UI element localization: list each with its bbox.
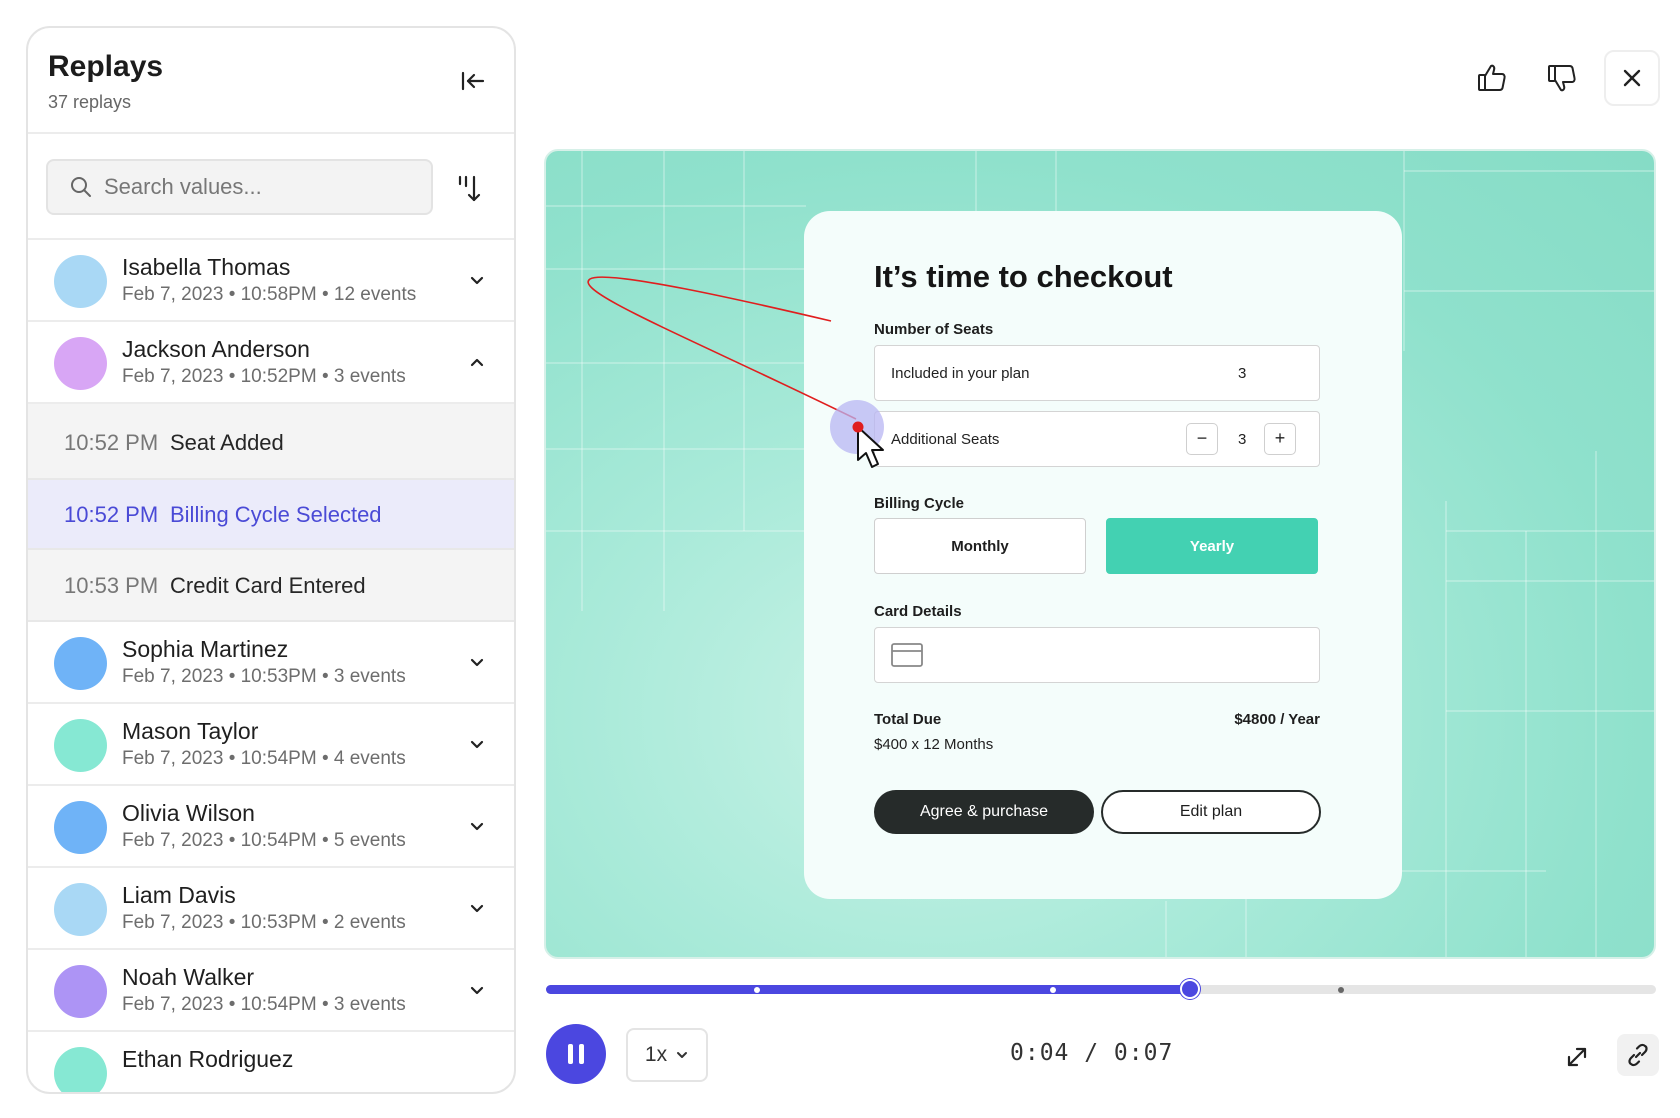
user-name: Mason Taylor bbox=[122, 718, 259, 744]
replay-meta: Feb 7, 2023 • 10:54PM • 3 events bbox=[122, 994, 406, 1015]
link-icon bbox=[1628, 1043, 1648, 1067]
event-time: 10:53 PM bbox=[64, 573, 159, 598]
user-name: Olivia Wilson bbox=[122, 800, 255, 826]
user-name: Liam Davis bbox=[122, 882, 236, 908]
chevron-down-icon[interactable] bbox=[468, 654, 486, 672]
chevron-down-icon[interactable] bbox=[468, 982, 486, 1000]
timeline-scrubber[interactable] bbox=[1179, 979, 1200, 999]
chevron-down-icon[interactable] bbox=[468, 900, 486, 918]
avatar bbox=[54, 1047, 107, 1092]
pause-icon bbox=[568, 1044, 573, 1064]
search-box bbox=[46, 159, 433, 215]
thumbs-up-icon bbox=[1478, 64, 1506, 91]
user-name: Sophia Martinez bbox=[122, 636, 289, 662]
sort-icon bbox=[458, 175, 481, 202]
sidebar-title: Replays bbox=[48, 50, 164, 83]
timeline-marker[interactable] bbox=[1337, 987, 1344, 993]
thumbs-down-icon bbox=[1548, 65, 1576, 92]
replay-meta: Feb 7, 2023 • 10:53PM • 3 events bbox=[122, 666, 406, 687]
time-readout: 0:04 / 0:07 bbox=[1010, 1040, 1174, 1066]
avatar bbox=[54, 719, 107, 772]
avatar bbox=[54, 637, 107, 690]
user-name: Ethan Rodriguez bbox=[122, 1046, 294, 1072]
replay-count: 37 replays bbox=[48, 92, 132, 112]
event-name: Billing Cycle Selected bbox=[170, 502, 382, 527]
collapse-sidebar-button[interactable] bbox=[458, 66, 488, 96]
speed-value: 1x bbox=[644, 1043, 668, 1066]
replay-timeline[interactable] bbox=[546, 979, 1656, 999]
replay-row-noah-walker[interactable]: Noah Walker Feb 7, 2023 • 10:54PM • 3 ev… bbox=[28, 950, 514, 1032]
playback-speed-select[interactable]: 1x bbox=[626, 1028, 708, 1082]
replay-meta: Feb 7, 2023 • 10:54PM • 4 events bbox=[122, 748, 406, 769]
expand-icon bbox=[1567, 1047, 1587, 1067]
event-time: 10:52 PM bbox=[64, 430, 159, 455]
replay-meta: Feb 7, 2023 • 10:53PM • 2 events bbox=[122, 912, 406, 933]
replay-row-sophia-martinez[interactable]: Sophia Martinez Feb 7, 2023 • 10:53PM • … bbox=[28, 622, 514, 704]
replay-cursor bbox=[830, 400, 910, 480]
timeline-marker[interactable] bbox=[753, 987, 760, 993]
event-name: Seat Added bbox=[170, 430, 284, 455]
collapse-icon bbox=[461, 71, 485, 91]
pause-button[interactable] bbox=[546, 1024, 606, 1084]
event-row-billing-cycle-selected[interactable]: 10:52 PM Billing Cycle Selected bbox=[28, 480, 514, 550]
chevron-down-icon[interactable] bbox=[468, 272, 486, 290]
search-icon bbox=[71, 177, 91, 197]
fullscreen-button[interactable] bbox=[1554, 1034, 1600, 1080]
pause-icon bbox=[579, 1044, 584, 1064]
replay-row-ethan-rodriguez[interactable]: Ethan Rodriguez bbox=[28, 1032, 514, 1092]
avatar bbox=[54, 965, 107, 1018]
replays-sidebar: Replays 37 replays Isabella Thomas Feb 7… bbox=[26, 26, 516, 1094]
timeline-progress bbox=[546, 985, 1190, 994]
user-name: Isabella Thomas bbox=[122, 254, 291, 280]
search-input[interactable] bbox=[104, 174, 404, 200]
chevron-down-icon[interactable] bbox=[468, 736, 486, 754]
chevron-down-icon[interactable] bbox=[468, 818, 486, 836]
thumbs-down-button[interactable] bbox=[1534, 50, 1590, 106]
close-icon bbox=[1623, 69, 1641, 87]
user-name: Jackson Anderson bbox=[122, 336, 310, 362]
avatar bbox=[54, 337, 107, 390]
avatar bbox=[54, 883, 107, 936]
cursor-icon bbox=[830, 400, 884, 468]
avatar bbox=[54, 801, 107, 854]
replay-row-olivia-wilson[interactable]: Olivia Wilson Feb 7, 2023 • 10:54PM • 5 … bbox=[28, 786, 514, 868]
event-time: 10:52 PM bbox=[64, 502, 159, 527]
chevron-down-icon bbox=[677, 1052, 688, 1058]
mouse-trail bbox=[587, 276, 857, 420]
thumbs-up-button[interactable] bbox=[1464, 50, 1520, 106]
replay-meta: Feb 7, 2023 • 10:54PM • 5 events bbox=[122, 830, 406, 851]
search-row bbox=[28, 134, 514, 240]
replay-row-isabella-thomas[interactable]: Isabella Thomas Feb 7, 2023 • 10:58PM • … bbox=[28, 240, 514, 322]
copy-link-button[interactable] bbox=[1617, 1034, 1659, 1076]
replay-meta: Feb 7, 2023 • 10:52PM • 3 events bbox=[122, 366, 406, 387]
user-name: Noah Walker bbox=[122, 964, 255, 990]
top-actions bbox=[1464, 50, 1660, 106]
event-row-seat-added[interactable]: 10:52 PM Seat Added bbox=[28, 404, 514, 480]
replay-row-liam-davis[interactable]: Liam Davis Feb 7, 2023 • 10:53PM • 2 eve… bbox=[28, 868, 514, 950]
sidebar-header: Replays 37 replays bbox=[28, 28, 514, 134]
chevron-up-icon[interactable] bbox=[468, 354, 486, 372]
avatar bbox=[54, 255, 107, 308]
event-name: Credit Card Entered bbox=[170, 573, 366, 598]
event-row-credit-card-entered[interactable]: 10:53 PM Credit Card Entered bbox=[28, 550, 514, 622]
replay-row-jackson-anderson[interactable]: Jackson Anderson Feb 7, 2023 • 10:52PM •… bbox=[28, 322, 514, 404]
sort-button[interactable] bbox=[454, 172, 486, 204]
replay-viewport: It’s time to checkout Number of Seats In… bbox=[544, 149, 1656, 959]
replay-meta: Feb 7, 2023 • 10:58PM • 12 events bbox=[122, 284, 417, 305]
replay-row-mason-taylor[interactable]: Mason Taylor Feb 7, 2023 • 10:54PM • 4 e… bbox=[28, 704, 514, 786]
close-button[interactable] bbox=[1604, 50, 1660, 106]
